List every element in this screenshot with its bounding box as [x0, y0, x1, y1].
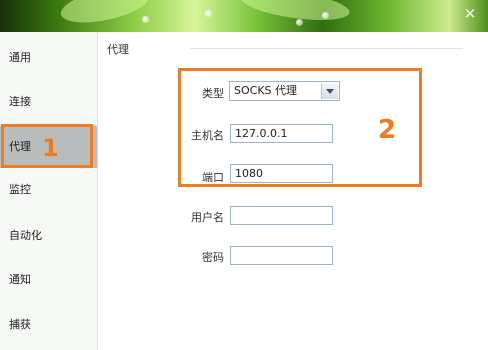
sidebar-item-notification[interactable]: 通知	[0, 259, 97, 301]
sidebar-item-monitor[interactable]: 监控	[0, 169, 97, 211]
username-label: 用户名	[191, 211, 224, 224]
leaf-decoration	[57, 0, 153, 30]
header-banner: ×	[0, 0, 488, 32]
section-title: 代理	[107, 43, 129, 56]
annotation-number-2: 2	[378, 115, 397, 145]
water-drop-decoration	[296, 19, 303, 26]
sidebar-item-label: 通用	[9, 51, 31, 64]
username-input[interactable]	[230, 206, 333, 225]
sidebar-item-label: 监控	[9, 183, 31, 196]
leaf-decoration	[238, 0, 352, 26]
highlight-box-sidebar	[1, 124, 93, 168]
water-drop-decoration	[322, 12, 329, 19]
sidebar: 通用 连接 代理 1 监控 自动化 通知 捕获	[0, 32, 98, 350]
water-drop-decoration	[205, 10, 212, 17]
sidebar-item-label: 捕获	[9, 318, 31, 331]
password-input[interactable]	[230, 246, 333, 265]
sidebar-item-label: 自动化	[9, 229, 42, 242]
sidebar-item-label: 连接	[9, 95, 31, 108]
password-label: 密码	[202, 251, 224, 264]
water-drop-decoration	[142, 16, 149, 23]
sidebar-item-general[interactable]: 通用	[0, 37, 97, 79]
section-divider	[190, 48, 463, 49]
sidebar-item-automation[interactable]: 自动化	[0, 215, 97, 257]
sidebar-item-label: 通知	[9, 273, 31, 286]
sidebar-item-connection[interactable]: 连接	[0, 81, 97, 123]
sidebar-item-capture[interactable]: 捕获	[0, 304, 97, 346]
close-icon[interactable]: ×	[462, 5, 478, 21]
